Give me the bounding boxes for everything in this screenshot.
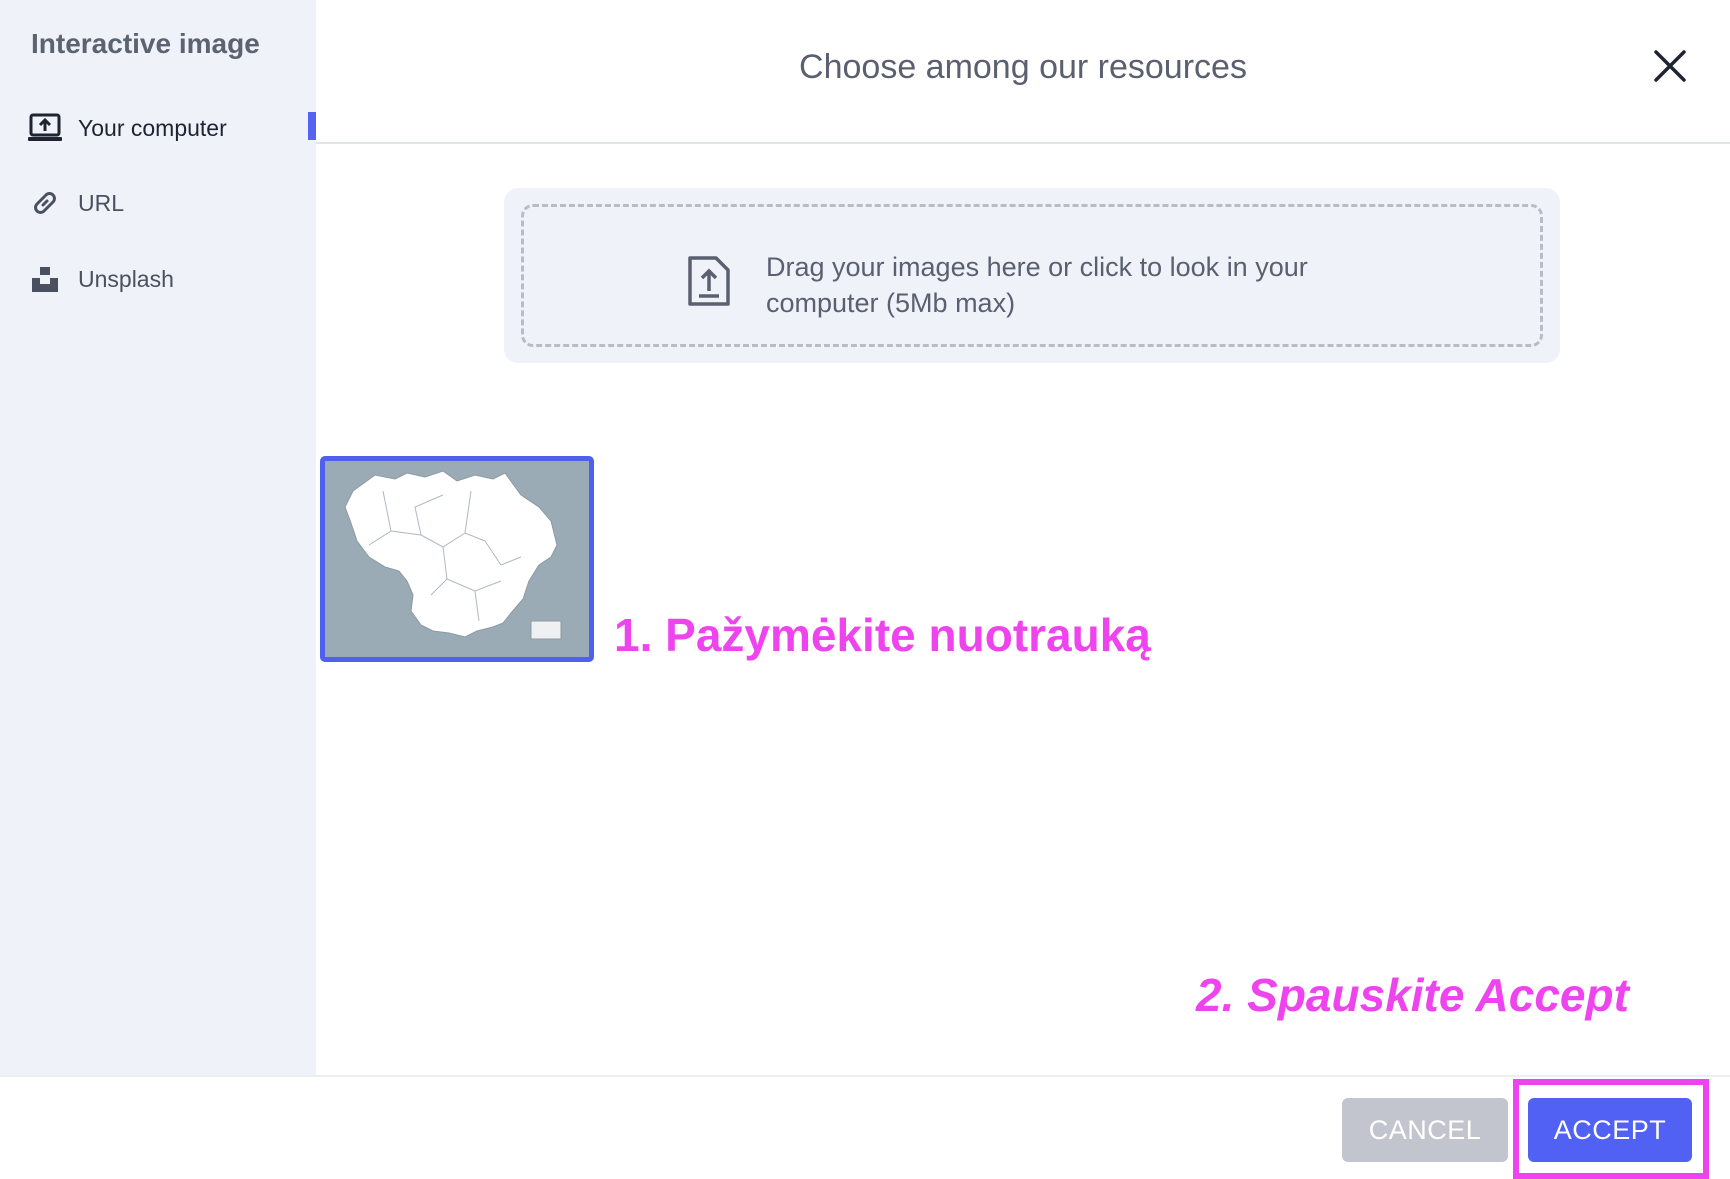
sidebar: Interactive image Your computer URL Unsp… [0, 0, 316, 1076]
upload-laptop-icon [28, 111, 62, 145]
link-icon [28, 186, 62, 220]
sidebar-item-label: URL [78, 189, 125, 216]
sidebar-item-label: Unsplash [78, 265, 174, 292]
unsplash-icon [28, 262, 62, 296]
sidebar-item-label: Your computer [78, 114, 227, 141]
image-thumbnail-selected[interactable] [320, 456, 594, 662]
upload-dropzone[interactable]: Drag your images here or click to look i… [504, 188, 1560, 363]
annotation-step-2: 2. Spauskite Accept [1196, 969, 1629, 1021]
cancel-button[interactable]: CANCEL [1342, 1098, 1508, 1162]
dropzone-border: Drag your images here or click to look i… [521, 204, 1543, 347]
active-indicator [308, 112, 316, 140]
dropzone-text: Drag your images here or click to look i… [766, 252, 1308, 318]
sidebar-item-url[interactable]: URL [0, 175, 316, 231]
page-title: Choose among our resources [799, 48, 1247, 86]
footer-divider [0, 1075, 1730, 1077]
annotation-step-1: 1. Pažymėkite nuotrauką [614, 609, 1151, 661]
close-button[interactable] [1648, 44, 1692, 88]
modal-header: Choose among our resources [316, 0, 1730, 144]
sidebar-item-unsplash[interactable]: Unsplash [0, 251, 316, 307]
file-upload-icon [686, 255, 732, 307]
close-icon [1654, 50, 1686, 82]
accept-button[interactable]: ACCEPT [1528, 1098, 1692, 1162]
sidebar-item-your-computer[interactable]: Your computer [0, 100, 316, 156]
sidebar-title: Interactive image [31, 28, 260, 59]
map-thumbnail-image [325, 461, 589, 657]
